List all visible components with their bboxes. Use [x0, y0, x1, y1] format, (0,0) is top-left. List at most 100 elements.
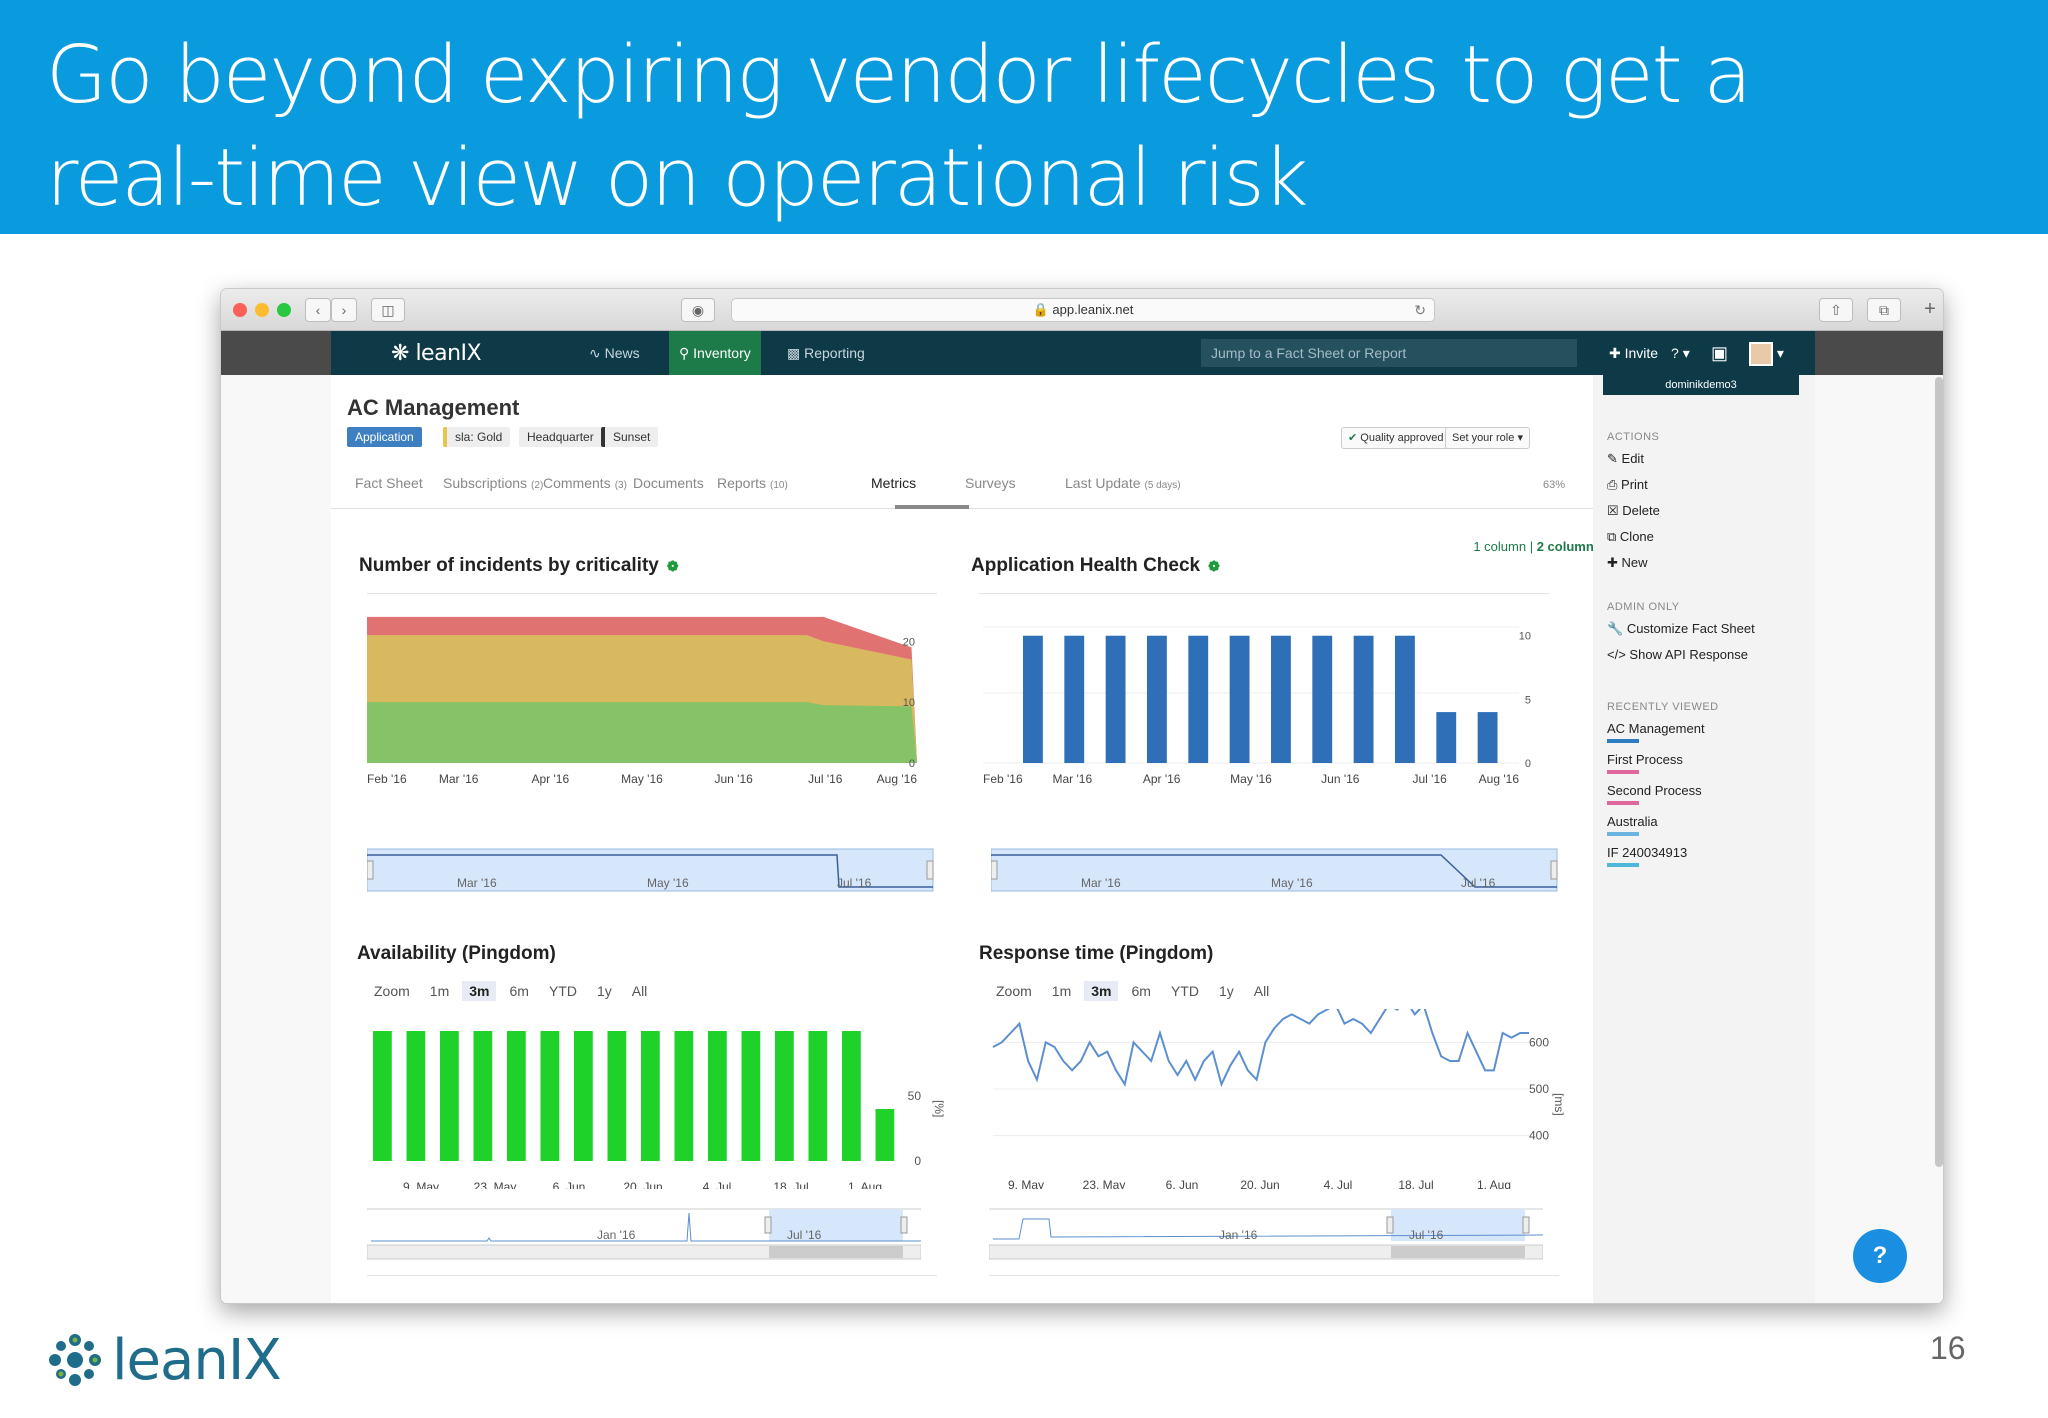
zoom-button-1y[interactable]: 1y — [590, 981, 619, 1001]
zoom-button-3m[interactable]: 3m — [462, 981, 497, 1001]
set-role-button[interactable]: Set your role ▾ — [1445, 427, 1530, 449]
divider — [979, 593, 1549, 594]
minimize-window-button[interactable] — [255, 303, 269, 317]
recent-item[interactable]: IF 240034913 — [1607, 845, 1687, 860]
zoom-button-all[interactable]: All — [625, 981, 655, 1001]
y-tick-label: 20 — [903, 636, 915, 648]
tab-comments[interactable]: Comments (3) — [543, 475, 627, 491]
fullscreen-button[interactable]: ▣ — [1711, 331, 1728, 375]
tabs-button[interactable]: ⧉ — [1867, 298, 1901, 322]
tab-metrics[interactable]: Metrics — [871, 475, 916, 491]
tag-application[interactable]: Application — [347, 427, 422, 447]
browser-window: ‹ › ◫ ◉ 🔒 app.leanix.net ↻ ⇧ ⧉ + ❋ leanI… — [220, 288, 1944, 1304]
print-action[interactable]: ⎙ Print — [1607, 477, 1648, 493]
recent-item[interactable]: AC Management — [1607, 721, 1705, 736]
tab-label: Fact Sheet — [355, 475, 423, 491]
quality-label: Quality approved — [1360, 432, 1444, 444]
new-tab-button[interactable]: + — [1917, 298, 1943, 322]
invite-button[interactable]: ✚ Invite — [1609, 331, 1658, 375]
response-zoom-buttons: Zoom 1m 3m 6m YTD 1y All — [989, 981, 1282, 1001]
tab-fact-sheet[interactable]: Fact Sheet — [355, 475, 423, 491]
share-button[interactable]: ⇧ — [1819, 298, 1853, 322]
recent-color-bar — [1607, 770, 1639, 774]
user-chip[interactable]: dominikdemo3 — [1603, 375, 1799, 395]
jump-search-input[interactable]: Jump to a Fact Sheet or Report — [1201, 339, 1577, 367]
recent-item[interactable]: First Process — [1607, 752, 1683, 767]
y-unit-label: [%] — [932, 1100, 946, 1117]
privacy-button[interactable]: ◉ — [681, 298, 715, 322]
copy-icon: ⧉ — [1607, 529, 1617, 544]
nav-reporting[interactable]: ▩ Reporting — [777, 331, 875, 375]
logo-text: leanIX — [112, 1327, 282, 1393]
nav-news[interactable]: ∿ News — [579, 331, 650, 375]
health-bar — [1188, 635, 1209, 763]
navigator-label: Jan '16 — [597, 1228, 636, 1242]
clone-action[interactable]: ⧉ Clone — [1607, 529, 1654, 545]
two-columns-link[interactable]: 2 columns — [1537, 539, 1601, 554]
tag-sunset[interactable]: Sunset — [601, 427, 659, 447]
tab-reports[interactable]: Reports (10) — [717, 475, 788, 491]
help-menu[interactable]: ? ▾ — [1671, 331, 1690, 375]
tab-subscriptions[interactable]: Subscriptions (2) — [443, 475, 543, 491]
close-window-button[interactable] — [233, 303, 247, 317]
availability-bar — [775, 1031, 794, 1161]
zoom-button-ytd[interactable]: YTD — [1164, 981, 1206, 1001]
x-tick-label: 9. May — [1008, 1178, 1044, 1189]
print-label: Print — [1621, 477, 1648, 492]
tab-documents[interactable]: Documents — [633, 475, 704, 491]
edit-action[interactable]: ✎ Edit — [1607, 451, 1644, 467]
health-chart-title: Application Health Check ❁ — [971, 555, 1220, 577]
incidents-navigator[interactable]: Mar '16 May '16 Jul '16 — [367, 847, 937, 893]
navigator-label: Jul '16 — [837, 876, 872, 890]
caret-down-icon: ▾ — [1682, 345, 1690, 361]
zoom-button-1m[interactable]: 1m — [1045, 981, 1078, 1001]
zoom-button-3m[interactable]: 3m — [1084, 981, 1119, 1001]
one-column-link[interactable]: 1 column — [1473, 539, 1526, 554]
delete-action[interactable]: ☒ Delete — [1607, 503, 1660, 519]
zoom-button-1y[interactable]: 1y — [1212, 981, 1241, 1001]
leanix-logo[interactable]: ❋ leanIX — [391, 341, 482, 366]
zoom-window-button[interactable] — [277, 303, 291, 317]
address-bar[interactable]: 🔒 app.leanix.net ↻ — [731, 298, 1435, 322]
nav-inventory[interactable]: ⚲ Inventory — [669, 331, 761, 375]
sidebar-toggle-button[interactable]: ◫ — [371, 298, 405, 322]
x-tick-label: 18. Jul — [1398, 1178, 1433, 1189]
nav-news-label: News — [604, 345, 640, 361]
zoom-button-ytd[interactable]: YTD — [542, 981, 584, 1001]
user-menu[interactable]: ▾ — [1749, 331, 1784, 375]
tab-last-update[interactable]: Last Update (5 days) — [1065, 475, 1181, 491]
recent-item[interactable]: Australia — [1607, 814, 1658, 829]
api-action[interactable]: </> Show API Response — [1607, 647, 1748, 662]
tab-surveys[interactable]: Surveys — [965, 475, 1016, 491]
tab-label: Comments — [543, 475, 611, 491]
gear-icon[interactable]: ❁ — [1208, 558, 1220, 574]
customize-action[interactable]: 🔧 Customize Fact Sheet — [1607, 621, 1755, 637]
help-chat-button[interactable]: ? — [1853, 1229, 1907, 1283]
zoom-button-1m[interactable]: 1m — [423, 981, 456, 1001]
scrollbar[interactable] — [1935, 377, 1943, 1167]
tag-headquarter[interactable]: Headquarter — [519, 427, 602, 447]
reload-icon[interactable]: ↻ — [1414, 299, 1426, 321]
recent-item[interactable]: Second Process — [1607, 783, 1702, 798]
quality-approved-button[interactable]: ✔ Quality approved ▾ — [1341, 427, 1460, 449]
chevron-right-icon: › — [341, 302, 347, 318]
navigator-handle-right — [1550, 860, 1558, 880]
x-tick-label: 23. May — [1083, 1178, 1126, 1189]
x-tick-label: 6. Jun — [1166, 1178, 1199, 1189]
navigator-handle-right — [900, 1216, 908, 1234]
new-action[interactable]: ✚ New — [1607, 555, 1648, 571]
share-icon: ⇧ — [1830, 302, 1842, 318]
availability-bar — [406, 1031, 426, 1161]
gear-icon[interactable]: ❁ — [667, 558, 679, 574]
response-navigator[interactable]: Jan '16 Jul '16 — [989, 1205, 1543, 1261]
zoom-button-6m[interactable]: 6m — [502, 981, 535, 1001]
tag-sla[interactable]: sla: Gold — [443, 427, 511, 447]
availability-navigator[interactable]: Jan '16 Jul '16 — [367, 1205, 921, 1261]
recent-color-bar — [1607, 801, 1639, 805]
navigator-label: Jul '16 — [1409, 1228, 1444, 1242]
health-navigator[interactable]: Mar '16 May '16 Jul '16 — [991, 847, 1561, 893]
zoom-button-all[interactable]: All — [1247, 981, 1277, 1001]
forward-button[interactable]: › — [331, 298, 357, 322]
back-button[interactable]: ‹ — [305, 298, 331, 322]
zoom-button-6m[interactable]: 6m — [1124, 981, 1157, 1001]
